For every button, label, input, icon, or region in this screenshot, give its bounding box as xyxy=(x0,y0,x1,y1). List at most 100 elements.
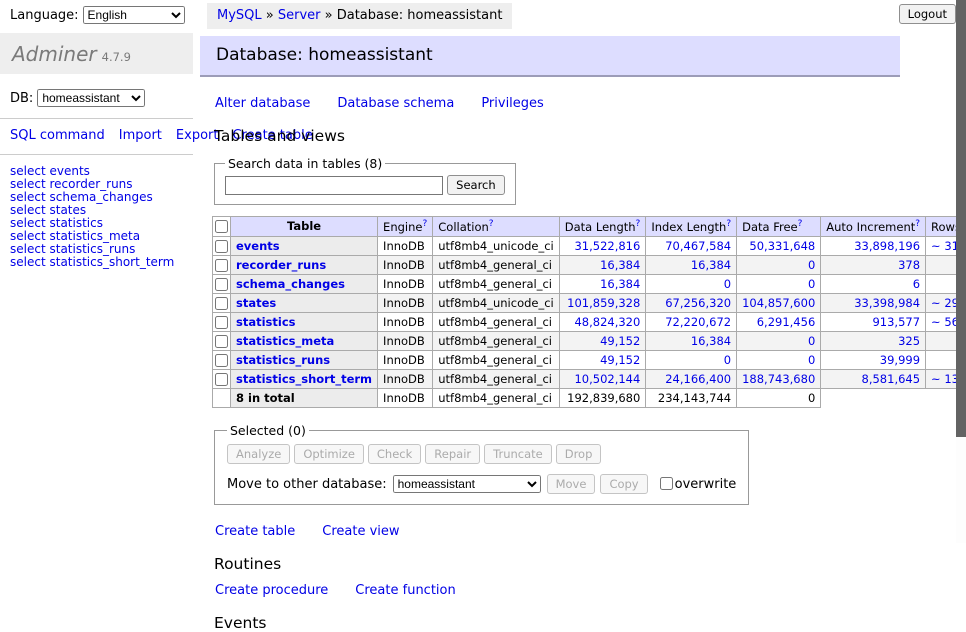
index-length-cell-link[interactable]: 0 xyxy=(724,277,731,291)
language-select[interactable]: English xyxy=(83,6,185,24)
breadcrumb-link[interactable]: Server xyxy=(278,8,321,23)
row-checkbox[interactable] xyxy=(215,259,228,272)
auto-increment-cell-link[interactable]: 8,581,645 xyxy=(862,372,921,386)
db-action-link[interactable]: Alter database xyxy=(215,96,310,111)
row-checkbox[interactable] xyxy=(215,316,228,329)
table-link[interactable]: recorder_runs xyxy=(49,178,132,191)
table-name-link[interactable]: recorder_runs xyxy=(236,258,326,272)
row-checkbox[interactable] xyxy=(215,335,228,348)
data-free-cell-link[interactable]: 0 xyxy=(808,334,815,348)
db-action-link[interactable]: Database schema xyxy=(337,96,454,111)
sidebar-link[interactable]: Import xyxy=(119,128,162,143)
row-checkbox[interactable] xyxy=(215,297,228,310)
data-length-cell-link[interactable]: 101,859,328 xyxy=(567,296,640,310)
data-free-cell-link[interactable]: 104,857,600 xyxy=(742,296,815,310)
table-name-link[interactable]: statistics xyxy=(236,315,296,329)
create-link[interactable]: Create table xyxy=(215,524,295,539)
column-header: Collation? xyxy=(433,217,560,237)
data-free-cell-link[interactable]: 0 xyxy=(808,277,815,291)
table-link[interactable]: statistics xyxy=(49,217,103,230)
index-length-cell-link[interactable]: 24,166,400 xyxy=(665,372,731,386)
move-db-select[interactable]: homeassistant xyxy=(393,475,541,493)
data-free-cell-link[interactable]: 0 xyxy=(808,353,815,367)
data-length-cell-link[interactable]: 48,824,320 xyxy=(574,315,640,329)
routine-create-link[interactable]: Create function xyxy=(355,583,455,598)
data-free-cell-link[interactable]: 50,331,648 xyxy=(749,239,815,253)
table-link[interactable]: statistics_short_term xyxy=(49,256,174,269)
row-checkbox[interactable] xyxy=(215,278,228,291)
select-link[interactable]: select xyxy=(10,165,46,178)
data-length-cell-link[interactable]: 10,502,144 xyxy=(574,372,640,386)
data-length-cell-link[interactable]: 16,384 xyxy=(600,277,640,291)
select-link[interactable]: select xyxy=(10,217,46,230)
data-length-cell-link[interactable]: 49,152 xyxy=(600,353,640,367)
data-length-cell-link[interactable]: 31,522,816 xyxy=(574,239,640,253)
table-link[interactable]: states xyxy=(49,204,86,217)
index-length-cell-link[interactable]: 16,384 xyxy=(691,258,731,272)
help-sup: ? xyxy=(489,219,494,229)
help-link[interactable]: ? xyxy=(422,219,427,229)
table-name-link[interactable]: statistics_meta xyxy=(236,334,334,348)
data-length-cell-link[interactable]: 49,152 xyxy=(600,334,640,348)
index-length-cell-link[interactable]: 16,384 xyxy=(691,334,731,348)
table-link[interactable]: statistics_runs xyxy=(49,243,135,256)
table-link[interactable]: events xyxy=(49,165,89,178)
auto-increment-cell-link[interactable]: 33,398,984 xyxy=(854,296,920,310)
overwrite-checkbox[interactable] xyxy=(660,477,673,490)
row-checkbox[interactable] xyxy=(215,240,228,253)
row-checkbox[interactable] xyxy=(215,354,228,367)
select-all-checkbox[interactable] xyxy=(215,220,228,233)
auto-increment-cell-link[interactable]: 6 xyxy=(913,277,920,291)
sidebar-link[interactable]: SQL command xyxy=(10,128,105,143)
help-link[interactable]: ? xyxy=(915,219,920,229)
data-free-cell-link[interactable]: 188,743,680 xyxy=(742,372,815,386)
optimize-button: Optimize xyxy=(294,444,364,464)
logout-button[interactable]: Logout xyxy=(899,4,956,24)
help-link[interactable]: ? xyxy=(798,219,803,229)
sidebar-table-item: select statistics_meta xyxy=(10,230,193,243)
select-link[interactable]: select xyxy=(10,243,46,256)
table-name-link[interactable]: events xyxy=(236,239,280,253)
db-select[interactable]: homeassistant xyxy=(37,89,145,107)
search-button[interactable]: Search xyxy=(447,175,505,195)
auto-increment-cell-link[interactable]: 39,999 xyxy=(880,353,920,367)
row-checkbox[interactable] xyxy=(215,373,228,386)
select-link[interactable]: select xyxy=(10,191,46,204)
index-length-cell-link[interactable]: 67,256,320 xyxy=(665,296,731,310)
routine-create-link[interactable]: Create procedure xyxy=(215,583,328,598)
create-link[interactable]: Create view xyxy=(322,524,399,539)
auto-increment-cell-link[interactable]: 325 xyxy=(898,334,920,348)
table-name-cell: states xyxy=(231,293,378,312)
select-link[interactable]: select xyxy=(10,204,46,217)
data-length-cell-link[interactable]: 16,384 xyxy=(600,258,640,272)
help-link[interactable]: ? xyxy=(636,219,641,229)
table-name-link[interactable]: statistics_short_term xyxy=(236,372,372,386)
search-input[interactable] xyxy=(225,176,443,195)
adminer-brand-link[interactable]: Adminer xyxy=(12,42,97,66)
data-free-cell-link[interactable]: 0 xyxy=(808,258,815,272)
auto-increment-cell-link[interactable]: 33,898,196 xyxy=(854,239,920,253)
index-length-cell-link[interactable]: 0 xyxy=(724,353,731,367)
table-name-link[interactable]: schema_changes xyxy=(236,277,345,291)
scrollbar-track[interactable] xyxy=(956,0,966,543)
index-length-cell-link[interactable]: 72,220,672 xyxy=(665,315,731,329)
help-link[interactable]: ? xyxy=(726,219,731,229)
help-link[interactable]: ? xyxy=(489,219,494,229)
select-link[interactable]: select xyxy=(10,178,46,191)
auto-increment-cell-link[interactable]: 378 xyxy=(898,258,920,272)
db-action-link[interactable]: Privileges xyxy=(481,96,544,111)
data-free-cell-link[interactable]: 6,291,456 xyxy=(757,315,816,329)
index-length-cell: 70,467,584 xyxy=(646,236,737,255)
data-length-cell: 49,152 xyxy=(559,331,646,350)
table-name-link[interactable]: states xyxy=(236,296,276,310)
table-link[interactable]: statistics_meta xyxy=(49,230,140,243)
scrollbar-thumb[interactable] xyxy=(956,0,966,437)
select-link[interactable]: select xyxy=(10,256,46,269)
breadcrumb-link[interactable]: MySQL xyxy=(217,8,262,23)
table-link[interactable]: schema_changes xyxy=(49,191,152,204)
index-length-cell-link[interactable]: 70,467,584 xyxy=(665,239,731,253)
select-link[interactable]: select xyxy=(10,230,46,243)
table-name-link[interactable]: statistics_runs xyxy=(236,353,330,367)
selected-operations: AnalyzeOptimizeCheckRepairTruncateDrop xyxy=(227,444,736,464)
auto-increment-cell-link[interactable]: 913,577 xyxy=(872,315,920,329)
